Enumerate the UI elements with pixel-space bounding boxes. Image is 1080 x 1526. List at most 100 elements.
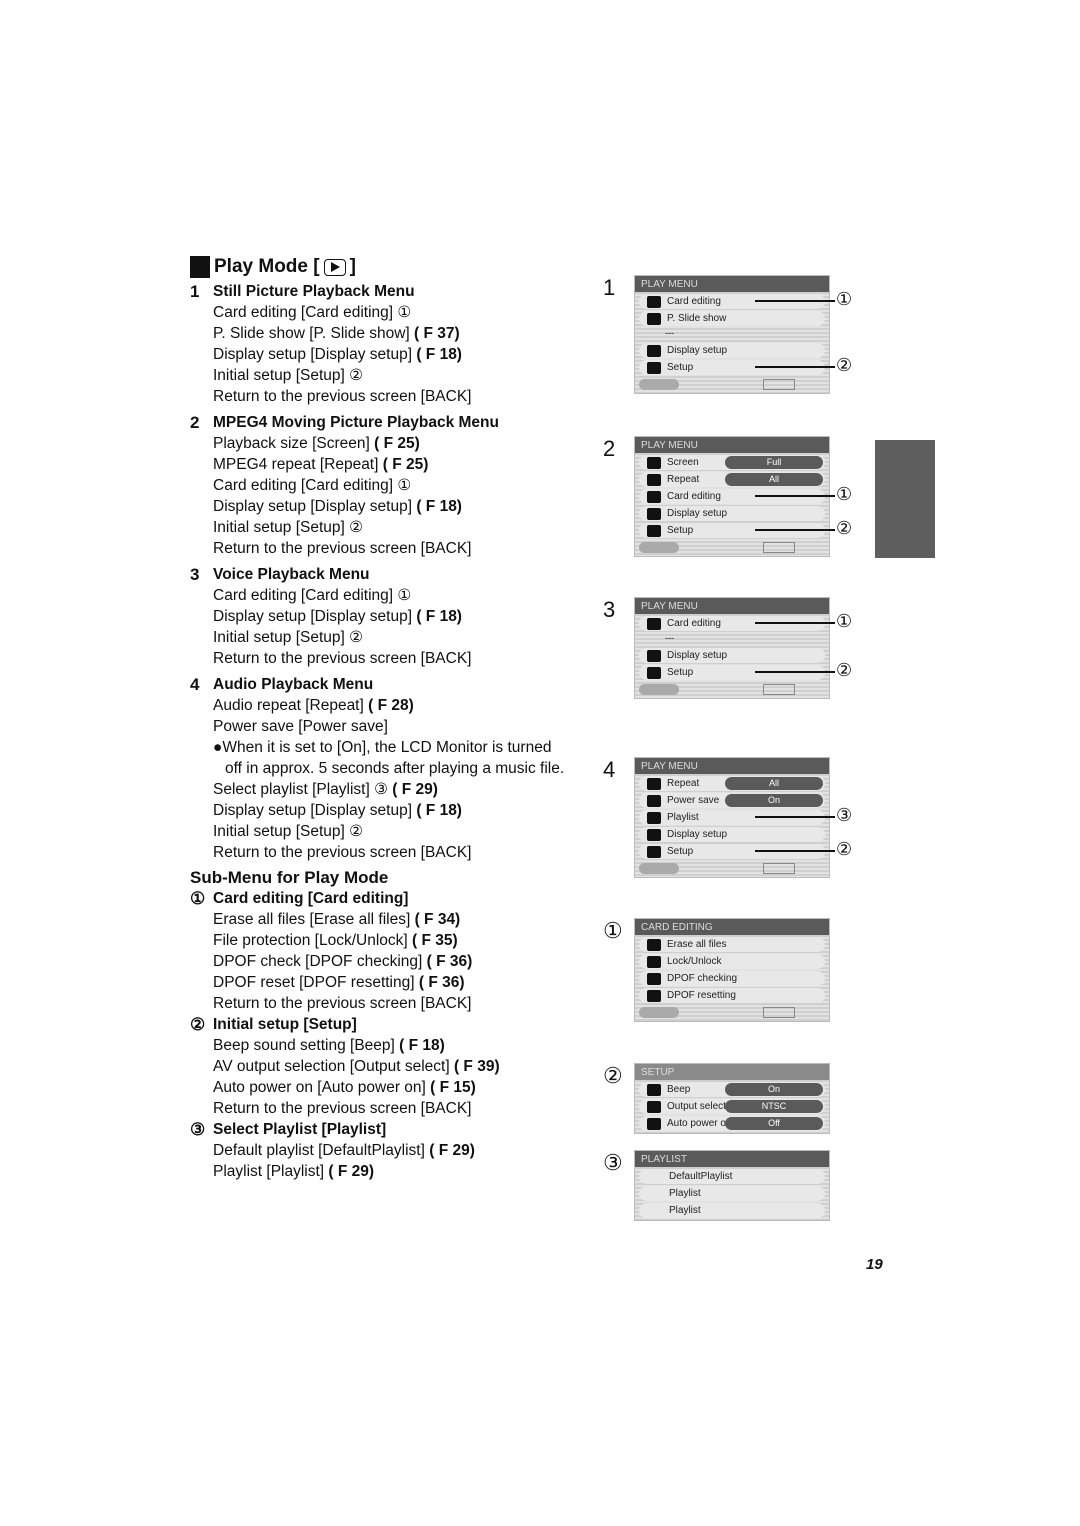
page-ref: ( F 18) xyxy=(416,346,462,363)
line-text: MPEG4 repeat [Repeat] xyxy=(213,456,383,473)
screen-menu-item[interactable]: DefaultPlaylist xyxy=(639,1169,825,1184)
screen-menu-item[interactable]: Auto power on Off xyxy=(639,1116,825,1131)
screen-menu-item[interactable]: P. Slide show xyxy=(639,311,825,326)
submenu-heading: ② Initial setup [Setup] xyxy=(190,1014,600,1035)
screen-header: PLAY MENU xyxy=(635,276,829,292)
screen-menu-item[interactable]: Display setup xyxy=(639,648,825,663)
back-button xyxy=(639,683,679,695)
screen-footer xyxy=(639,541,825,553)
screen-footer xyxy=(639,378,825,390)
menu-screen: CARD EDITING Erase all files Lock/Unlock DP… xyxy=(634,918,830,1022)
line-text: AV output selection [Output select] xyxy=(213,1058,454,1075)
submenu-heading-text: Card editing [Card editing] xyxy=(213,890,409,907)
line-text: Audio repeat [Repeat] xyxy=(213,697,369,714)
section-number: 3 xyxy=(190,565,200,584)
menu-line: Display setup [Display setup] ( F 18) xyxy=(190,606,600,627)
section-number: 1 xyxy=(190,282,200,301)
menu-line: Return to the previous screen [BACK] xyxy=(190,842,600,863)
menu-item-icon xyxy=(647,972,661,985)
menu-line: AV output selection [Output select] ( F … xyxy=(190,1056,600,1077)
callout-line xyxy=(755,366,835,368)
line-text: Card editing [Card editing] ① xyxy=(213,304,412,321)
menu-item-icon xyxy=(647,811,661,824)
submenu-number: ③ xyxy=(190,1120,206,1139)
menu-item-label: DefaultPlaylist xyxy=(669,1171,733,1182)
submenu-number: ① xyxy=(190,889,206,908)
back-button xyxy=(639,378,679,390)
line-text: DPOF reset [DPOF resetting] xyxy=(213,974,419,991)
chapter-tab xyxy=(875,440,935,558)
menu-item-icon xyxy=(647,1117,661,1130)
screen-label: 1 xyxy=(603,275,616,300)
callout-line xyxy=(755,850,835,852)
line-text: Playback size [Screen] xyxy=(213,435,375,452)
menu-item-icon xyxy=(647,666,661,679)
menu-line: Select playlist [Playlist] ③ ( F 29) xyxy=(190,779,600,800)
screen-menu-item[interactable]: Display setup xyxy=(639,343,825,358)
callout-line xyxy=(755,816,835,818)
menu-item-label: P. Slide show xyxy=(667,313,727,324)
page-ref: ( F 28) xyxy=(368,697,414,714)
section-heading: 2 MPEG4 Moving Picture Playback Menu xyxy=(190,412,600,433)
screen-menu-item[interactable]: Erase all files xyxy=(639,937,825,952)
menu-line: Default playlist [DefaultPlaylist] ( F 2… xyxy=(190,1140,600,1161)
menu-line: Display setup [Display setup] ( F 18) xyxy=(190,344,600,365)
menu-item-label: DPOF checking xyxy=(667,973,738,984)
screen-header: PLAY MENU xyxy=(635,598,829,614)
screen-menu-item[interactable]: Output select NTSC xyxy=(639,1099,825,1114)
page-title: Play Mode [ ] xyxy=(190,256,356,278)
page-ref: ( F 18) xyxy=(416,802,462,819)
menu-item-icon xyxy=(647,828,661,841)
submenu-heading-text: Select Playlist [Playlist] xyxy=(213,1121,387,1138)
menu-line: Beep sound setting [Beep] ( F 18) xyxy=(190,1035,600,1056)
page-ref: ( F 29) xyxy=(328,1163,375,1180)
screen-menu-item[interactable]: Lock/Unlock xyxy=(639,954,825,969)
menu-item-label: Playlist xyxy=(669,1188,701,1199)
callout-line xyxy=(755,622,835,624)
menu-item-label: Repeat xyxy=(667,778,700,789)
screen-menu-item[interactable]: Display setup xyxy=(639,827,825,842)
screen-menu-item[interactable]: DPOF resetting xyxy=(639,988,825,1003)
status-box xyxy=(763,378,795,390)
menu-item-label: Power save xyxy=(667,795,720,806)
menu-item-label: Playlist xyxy=(669,1205,701,1216)
menu-screen: PLAY MENU Card editing --- Display setup Set… xyxy=(634,597,830,699)
screen-menu-item[interactable]: Power save On xyxy=(639,793,825,808)
screen-menu-item[interactable]: Screen Full xyxy=(639,455,825,470)
line-text: Default playlist [DefaultPlaylist] xyxy=(213,1142,430,1159)
menu-item-label: Beep xyxy=(667,1084,691,1095)
line-text: Return to the previous screen [BACK] xyxy=(213,650,472,667)
menu-item-label: Lock/Unlock xyxy=(667,956,722,967)
line-text: Select playlist [Playlist] ③ xyxy=(213,781,393,798)
menu-line: Initial setup [Setup] ② xyxy=(190,517,600,538)
line-text: Card editing [Card editing] ① xyxy=(213,587,412,604)
screen-menu-item[interactable]: Playlist xyxy=(639,1203,825,1218)
line-text: Display setup [Display setup] xyxy=(213,608,417,625)
menu-item-value: All xyxy=(725,473,823,486)
menu-item-icon xyxy=(647,938,661,951)
menu-item-label: Output select xyxy=(667,1101,726,1112)
screen-menu-item[interactable]: Beep On xyxy=(639,1082,825,1097)
menu-item-label: DPOF resetting xyxy=(667,990,736,1001)
screen-menu-item[interactable]: Repeat All xyxy=(639,776,825,791)
submenu-title: Sub-Menu for Play Mode xyxy=(190,868,389,887)
menu-item-icon xyxy=(647,312,661,325)
menu-line: Return to the previous screen [BACK] xyxy=(190,993,600,1014)
line-text: File protection [Lock/Unlock] xyxy=(213,932,413,949)
screen-menu-item[interactable]: Display setup xyxy=(639,506,825,521)
screen-menu-item[interactable]: Playlist xyxy=(639,1186,825,1201)
screen-footer xyxy=(639,862,825,874)
menu-line: Playlist [Playlist] ( F 29) xyxy=(190,1161,600,1182)
section-heading: 4 Audio Playback Menu xyxy=(190,674,600,695)
play-icon xyxy=(323,258,346,276)
page-ref: ( F 29) xyxy=(429,1142,475,1159)
menu-item-label: Display setup xyxy=(667,650,728,661)
callout-number: ② xyxy=(836,518,853,538)
screen-header: SETUP xyxy=(635,1064,829,1080)
screen-label: ① xyxy=(603,918,623,943)
menu-item-label: Card editing xyxy=(667,296,721,307)
screen-menu-item[interactable]: DPOF checking xyxy=(639,971,825,986)
menu-item-label: Display setup xyxy=(667,508,728,519)
screen-menu-item[interactable]: Repeat All xyxy=(639,472,825,487)
submenu-heading-text: Initial setup [Setup] xyxy=(213,1016,357,1033)
